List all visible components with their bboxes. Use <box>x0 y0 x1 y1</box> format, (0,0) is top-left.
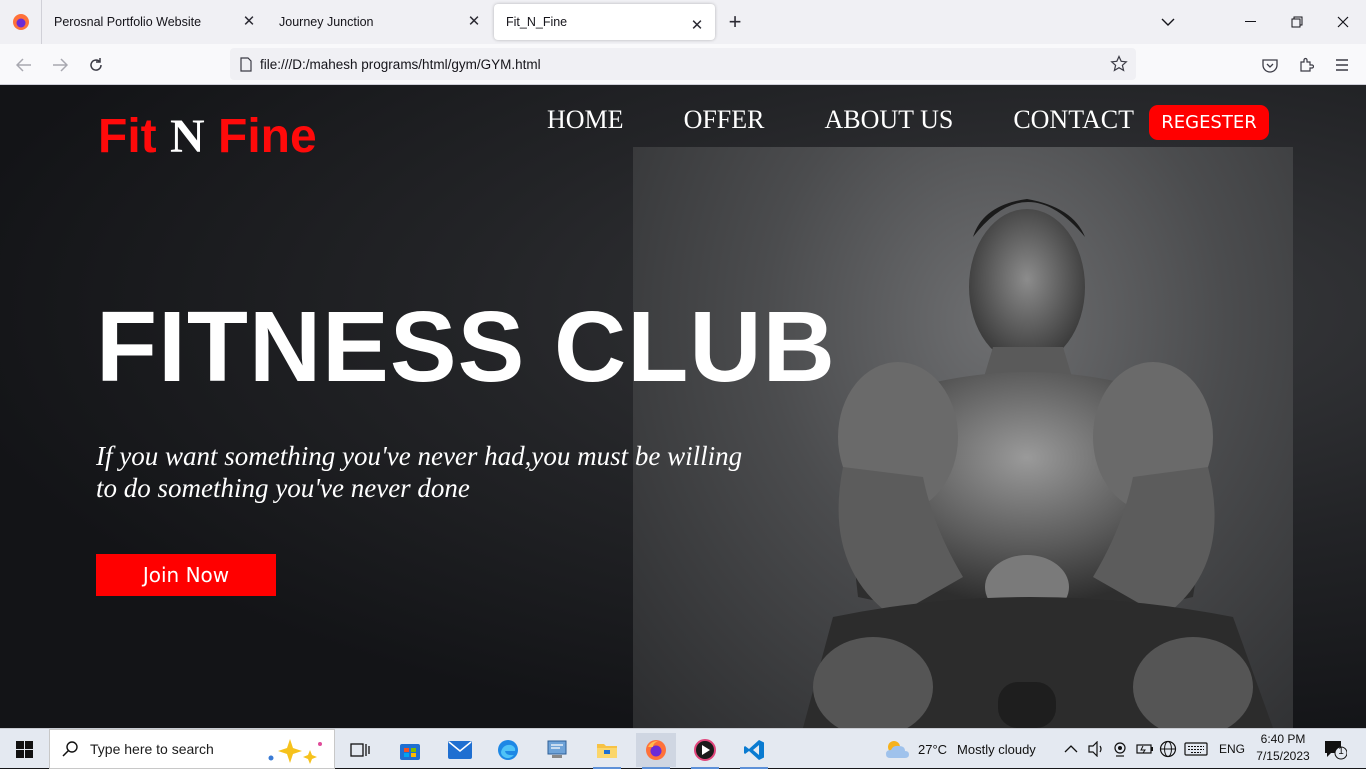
windows-taskbar: Type here to search 27°C Mostly cloudy E… <box>0 728 1366 769</box>
volume-icon[interactable] <box>1087 729 1105 769</box>
tab-fit-n-fine[interactable]: Fit_N_Fine ✕ <box>494 4 715 40</box>
nav-offer[interactable]: OFFER <box>684 105 765 135</box>
search-icon <box>62 741 78 757</box>
site-logo[interactable]: Fit N Fine <box>98 109 317 164</box>
web-page: Fit N Fine HOME OFFER ABOUT US CONTACT R… <box>0 85 1366 728</box>
weather-widget[interactable]: 27°C Mostly cloudy <box>884 729 1036 769</box>
extensions-icon[interactable] <box>1293 52 1319 78</box>
logo-n: N <box>169 110 205 163</box>
network-globe-icon[interactable] <box>1159 729 1177 769</box>
clock-time: 6:40 PM <box>1260 732 1306 746</box>
url-text: file:///D:/mahesh programs/html/gym/GYM.… <box>260 56 541 72</box>
browser-tab-bar: Perosnal Portfolio Website ✕ Journey Jun… <box>0 0 1366 44</box>
reload-icon[interactable] <box>83 52 109 78</box>
nav-contact[interactable]: CONTACT <box>1013 105 1134 135</box>
firefox-taskbar-icon[interactable] <box>636 733 676 769</box>
weather-description: Mostly cloudy <box>957 741 1036 757</box>
search-highlight-sparkle-icon <box>266 736 324 764</box>
file-explorer-icon[interactable] <box>587 733 627 769</box>
minimize-button[interactable] <box>1228 0 1274 44</box>
tab-title: Fit_N_Fine <box>506 15 568 29</box>
notifications-icon[interactable]: 1 <box>1323 729 1347 769</box>
media-player-icon[interactable] <box>685 733 725 769</box>
tab-portfolio[interactable]: Perosnal Portfolio Website ✕ <box>42 0 267 44</box>
input-language[interactable]: ENG <box>1219 729 1245 769</box>
bookmark-star-icon[interactable] <box>1110 55 1128 73</box>
windows-start-icon[interactable] <box>0 729 48 769</box>
cloudy-weather-icon <box>884 739 910 759</box>
join-now-button[interactable]: Join Now <box>96 554 276 596</box>
nav-home[interactable]: HOME <box>547 105 624 135</box>
tab-title: Perosnal Portfolio Website <box>54 15 202 29</box>
tab-title: Journey Junction <box>279 15 374 29</box>
close-tab-icon[interactable]: ✕ <box>466 14 482 30</box>
logo-fit: Fit <box>98 110 157 163</box>
logo-fine: Fine <box>218 110 317 163</box>
vscode-icon[interactable] <box>734 733 774 769</box>
new-tab-button[interactable]: + <box>715 0 755 44</box>
mail-icon[interactable] <box>440 733 480 767</box>
battery-plug-icon[interactable] <box>1136 729 1154 769</box>
firefox-menu-icon[interactable] <box>0 0 42 44</box>
pocket-icon[interactable] <box>1257 52 1283 78</box>
forward-arrow-icon[interactable] <box>47 52 73 78</box>
list-tabs-icon[interactable] <box>1145 0 1191 44</box>
search-placeholder: Type here to search <box>90 741 214 757</box>
site-nav: HOME OFFER ABOUT US CONTACT <box>547 105 1194 135</box>
hero-title: FITNESS CLUB <box>96 291 836 403</box>
show-hidden-icons-chevron-icon[interactable] <box>1064 729 1078 769</box>
nav-about-us[interactable]: ABOUT US <box>824 105 953 135</box>
close-tab-icon[interactable]: ✕ <box>241 14 257 30</box>
taskbar-search-box[interactable]: Type here to search <box>49 729 335 769</box>
microsoft-store-icon[interactable] <box>390 733 430 767</box>
close-tab-icon[interactable]: ✕ <box>689 18 705 34</box>
task-view-icon[interactable] <box>340 733 380 767</box>
clock-date: 7/15/2023 <box>1256 749 1310 763</box>
page-icon <box>240 56 252 72</box>
hero-athlete-photo <box>633 147 1293 728</box>
touch-keyboard-icon[interactable] <box>1184 729 1208 769</box>
back-arrow-icon[interactable] <box>11 52 37 78</box>
register-button[interactable]: REGESTER <box>1149 105 1269 140</box>
hero-quote: If you want something you've never had,y… <box>96 441 743 503</box>
restore-button[interactable] <box>1274 0 1320 44</box>
notification-count: 1 <box>1338 746 1344 757</box>
control-panel-icon[interactable] <box>537 733 577 767</box>
edge-browser-icon[interactable] <box>488 733 528 767</box>
webcam-icon[interactable] <box>1112 729 1128 769</box>
taskbar-clock[interactable]: 6:40 PM 7/15/2023 <box>1252 731 1314 765</box>
browser-toolbar: file:///D:/mahesh programs/html/gym/GYM.… <box>0 44 1366 85</box>
tab-journey-junction[interactable]: Journey Junction ✕ <box>267 0 492 44</box>
hamburger-menu-icon[interactable] <box>1329 52 1355 78</box>
address-bar[interactable]: file:///D:/mahesh programs/html/gym/GYM.… <box>230 48 1136 80</box>
weather-temperature: 27°C <box>918 741 948 757</box>
close-window-button[interactable] <box>1320 0 1366 44</box>
